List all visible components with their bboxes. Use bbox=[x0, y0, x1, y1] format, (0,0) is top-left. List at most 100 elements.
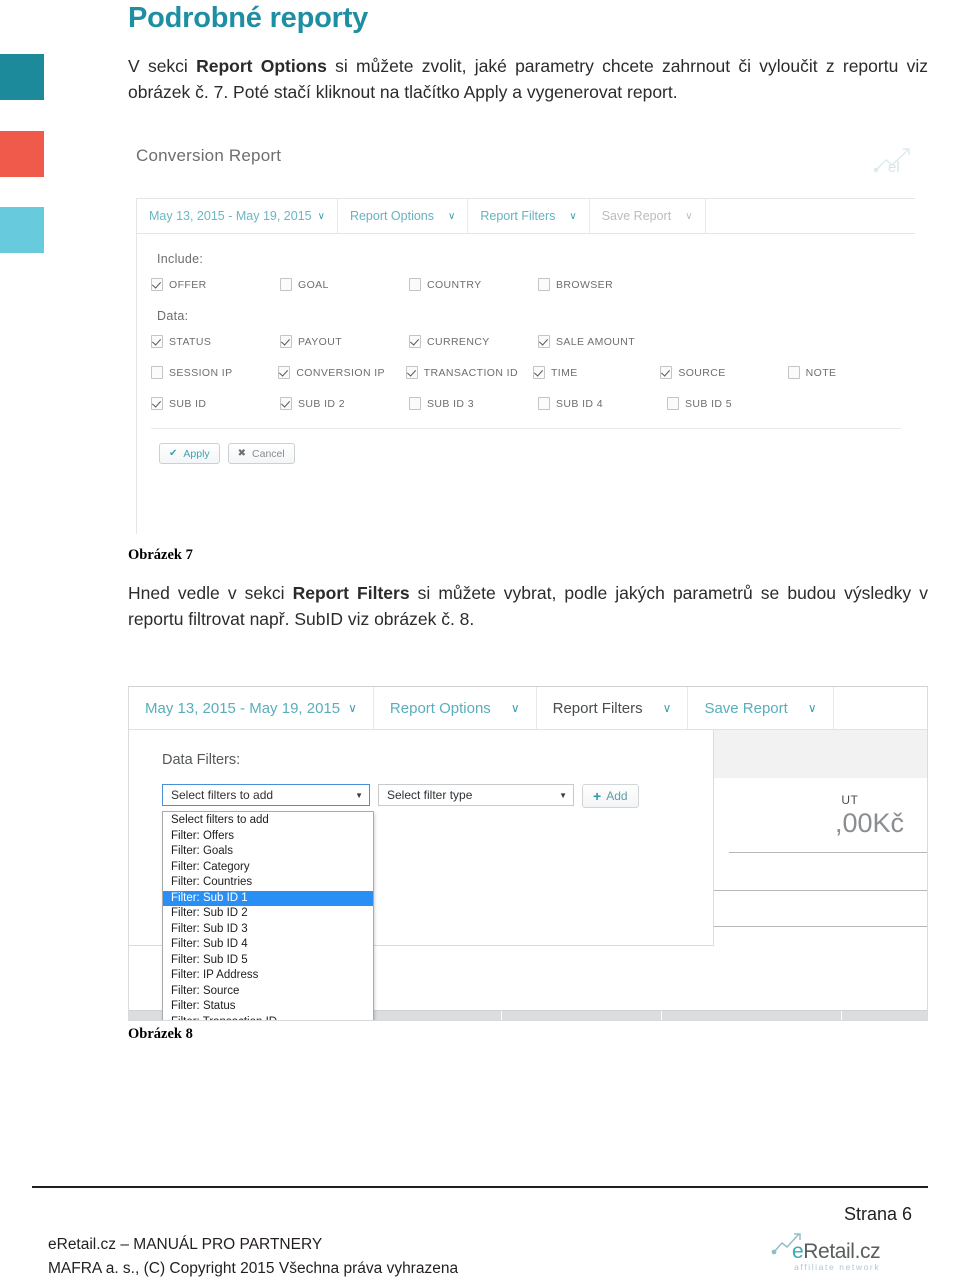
dropdown-option[interactable]: Filter: Category bbox=[163, 860, 373, 876]
add-filter-button[interactable]: + Add bbox=[582, 784, 639, 808]
dropdown-option-selected[interactable]: Filter: Sub ID 1 bbox=[163, 891, 373, 907]
figure7-report-filters-tab[interactable]: Report Filters ∨ bbox=[468, 199, 589, 233]
figure8-frame: May 13, 2015 - May 19, 2015 ∨ Report Opt… bbox=[128, 686, 928, 1021]
checkbox-offer[interactable]: OFFER bbox=[151, 278, 280, 291]
checkbox-transaction-id[interactable]: TRANSACTION ID bbox=[406, 366, 533, 379]
figure8-report-options-label: Report Options bbox=[390, 700, 491, 717]
page-title: Podrobné reporty bbox=[128, 2, 368, 35]
chevron-down-icon: ∨ bbox=[569, 211, 576, 222]
checkbox-sale-amount[interactable]: SALE AMOUNT bbox=[538, 335, 667, 348]
chevron-down-icon: ∨ bbox=[511, 701, 520, 715]
check-icon: ✔ bbox=[169, 448, 177, 459]
checkbox-sub-id-3[interactable]: SUB ID 3 bbox=[409, 397, 538, 410]
figure8-report-filters-tab[interactable]: Report Filters ∨ bbox=[537, 687, 689, 729]
dropdown-option[interactable]: Filter: Sub ID 4 bbox=[163, 937, 373, 953]
checkbox-currency[interactable]: CURRENCY bbox=[409, 335, 538, 348]
page-number: Strana 6 bbox=[844, 1204, 912, 1225]
cancel-button[interactable]: ✖ Cancel bbox=[228, 443, 295, 464]
include-options-row: OFFER GOAL COUNTRY BROWSER bbox=[151, 278, 915, 291]
figure7-report-panel: May 13, 2015 - May 19, 2015 ∨ Report Opt… bbox=[136, 198, 915, 534]
checkbox-box-icon bbox=[667, 397, 679, 410]
chevron-down-icon: ∨ bbox=[318, 211, 325, 222]
dropdown-option[interactable]: Filter: Sub ID 5 bbox=[163, 953, 373, 969]
checkbox-conversion-ip[interactable]: CONVERSION IP bbox=[278, 366, 405, 379]
checkbox-box-icon bbox=[151, 278, 163, 291]
data-filters-controls: Select filters to add ▼ Select filter ty… bbox=[129, 768, 713, 808]
dropdown-option[interactable]: Filter: Source bbox=[163, 984, 373, 1000]
checkbox-country[interactable]: COUNTRY bbox=[409, 278, 538, 291]
checkbox-payout[interactable]: PAYOUT bbox=[280, 335, 409, 348]
dropdown-option[interactable]: Select filters to add bbox=[163, 813, 373, 829]
select-filter-type[interactable]: Select filter type ▼ bbox=[378, 784, 574, 806]
checkbox-box-icon bbox=[406, 366, 418, 379]
figure7-report-filters-label: Report Filters bbox=[480, 209, 555, 223]
checkbox-note[interactable]: NOTE bbox=[788, 366, 915, 379]
select-filters-to-add[interactable]: Select filters to add ▼ bbox=[162, 784, 370, 806]
checkbox-sub-id-4[interactable]: SUB ID 4 bbox=[538, 397, 667, 410]
checkbox-box-icon bbox=[280, 335, 292, 348]
figure7-report-options-tab[interactable]: Report Options ∨ bbox=[338, 199, 468, 233]
checkbox-sub-id[interactable]: SUB ID bbox=[151, 397, 280, 410]
checkbox-sub-id-2[interactable]: SUB ID 2 bbox=[280, 397, 409, 410]
checkbox-session-ip[interactable]: SESSION IP bbox=[151, 366, 278, 379]
figure8-background-payout-label: UT bbox=[841, 793, 858, 807]
checkbox-goal[interactable]: GOAL bbox=[280, 278, 409, 291]
checkbox-transaction-id-label: TRANSACTION ID bbox=[424, 367, 518, 379]
svg-text:el: el bbox=[888, 159, 900, 176]
figure7-save-report-tab[interactable]: Save Report ∨ bbox=[590, 199, 706, 233]
checkbox-status[interactable]: STATUS bbox=[151, 335, 280, 348]
dropdown-option[interactable]: Filter: Countries bbox=[163, 875, 373, 891]
chevron-down-icon: ▼ bbox=[559, 791, 567, 800]
checkbox-currency-label: CURRENCY bbox=[427, 336, 490, 348]
deco-block-teal bbox=[0, 54, 44, 100]
data-options-row-3: SUB ID SUB ID 2 SUB ID 3 SUB ID 4 SUB ID… bbox=[151, 397, 915, 410]
figure8-save-report-tab[interactable]: Save Report ∨ bbox=[688, 687, 833, 729]
checkbox-time-label: TIME bbox=[551, 367, 578, 379]
figure8-report-options-tab[interactable]: Report Options ∨ bbox=[374, 687, 537, 729]
cancel-button-label: Cancel bbox=[252, 448, 285, 460]
checkbox-browser[interactable]: BROWSER bbox=[538, 278, 667, 291]
dropdown-option[interactable]: Filter: IP Address bbox=[163, 968, 373, 984]
dropdown-option[interactable]: Filter: Sub ID 2 bbox=[163, 906, 373, 922]
footer-divider bbox=[32, 1186, 928, 1188]
checkbox-box-icon bbox=[151, 397, 163, 410]
dropdown-option[interactable]: Filter: Status bbox=[163, 999, 373, 1015]
filters-dropdown-list[interactable]: Select filters to add Filter: Offers Fil… bbox=[162, 811, 374, 1021]
chevron-down-icon: ∨ bbox=[448, 211, 455, 222]
checkbox-conversion-ip-label: CONVERSION IP bbox=[296, 367, 385, 379]
figure8-toolbar-filler bbox=[834, 687, 927, 729]
figure8-date-range-tab[interactable]: May 13, 2015 - May 19, 2015 ∨ bbox=[129, 687, 374, 729]
figure8-caption: Obrázek 8 bbox=[128, 1026, 193, 1043]
checkbox-sub-id-4-label: SUB ID 4 bbox=[556, 398, 603, 410]
paragraph-1-before: V sekci bbox=[128, 56, 196, 76]
dropdown-option[interactable]: Filter: Offers bbox=[163, 829, 373, 845]
figure7-save-report-label: Save Report bbox=[602, 209, 671, 223]
checkbox-source[interactable]: SOURCE bbox=[660, 366, 787, 379]
checkbox-time[interactable]: TIME bbox=[533, 366, 660, 379]
deco-block-cyan bbox=[0, 207, 44, 253]
checkbox-box-icon bbox=[538, 397, 550, 410]
select-filters-to-add-value: Select filters to add bbox=[171, 788, 273, 802]
eretail-watermark-icon: el bbox=[870, 144, 924, 185]
logo-tagline: affiliate network bbox=[792, 1262, 880, 1272]
figure7-date-range-tab[interactable]: May 13, 2015 - May 19, 2015 ∨ bbox=[137, 199, 338, 233]
dropdown-option[interactable]: Filter: Goals bbox=[163, 844, 373, 860]
dropdown-option[interactable]: Filter: Sub ID 3 bbox=[163, 922, 373, 938]
apply-button[interactable]: ✔ Apply bbox=[159, 443, 220, 464]
figure7-heading: Conversion Report bbox=[136, 146, 281, 166]
figure8-toolbar: May 13, 2015 - May 19, 2015 ∨ Report Opt… bbox=[129, 687, 927, 730]
checkbox-box-icon bbox=[151, 366, 163, 379]
dropdown-option[interactable]: Filter: Transaction ID bbox=[163, 1015, 373, 1022]
checkbox-sub-id-label: SUB ID bbox=[169, 398, 206, 410]
filters-paragraph: Hned vedle v sekci Report Filters si můž… bbox=[128, 580, 928, 632]
logo-rest: Retail.cz bbox=[803, 1240, 880, 1263]
checkbox-box-icon bbox=[788, 366, 800, 379]
checkbox-box-icon bbox=[280, 397, 292, 410]
figure8-background-header-band bbox=[713, 730, 927, 778]
select-filter-type-value: Select filter type bbox=[387, 788, 472, 802]
include-section-label: Include: bbox=[157, 252, 915, 266]
checkbox-note-label: NOTE bbox=[806, 367, 837, 379]
data-filters-label: Data Filters: bbox=[129, 730, 713, 768]
checkbox-box-icon bbox=[278, 366, 290, 379]
checkbox-sub-id-5[interactable]: SUB ID 5 bbox=[667, 397, 796, 410]
